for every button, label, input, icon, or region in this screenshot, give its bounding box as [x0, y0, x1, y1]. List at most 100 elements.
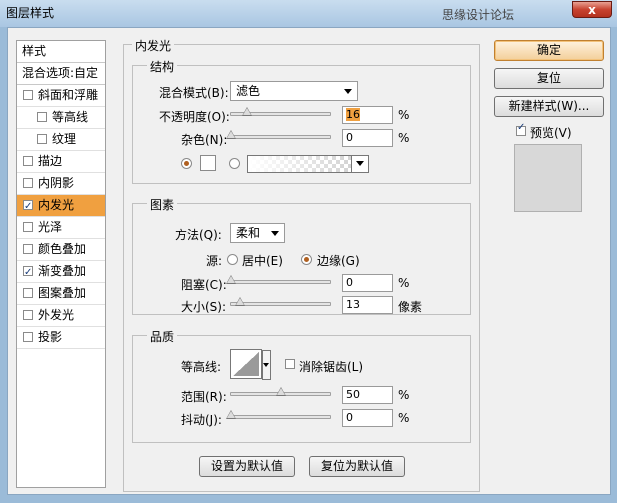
source-label: 源:: [206, 254, 223, 268]
glow-color-swatch[interactable]: [200, 155, 216, 171]
range-slider-thumb[interactable]: [275, 387, 286, 396]
style-item-checkbox[interactable]: [23, 332, 33, 342]
style-item-checkbox[interactable]: [23, 222, 33, 232]
color-radio[interactable]: [181, 158, 192, 169]
style-item-label: 斜面和浮雕: [38, 88, 99, 102]
gradient-radio[interactable]: [229, 158, 240, 169]
style-item[interactable]: 斜面和浮雕: [17, 85, 105, 107]
technique-label: 方法(Q):: [175, 228, 222, 242]
choke-input[interactable]: 0: [342, 274, 393, 292]
style-item-checkbox[interactable]: [37, 112, 47, 122]
opacity-input[interactable]: 16: [342, 106, 393, 124]
style-item[interactable]: 图案叠加: [17, 283, 105, 305]
style-item[interactable]: 光泽: [17, 217, 105, 239]
style-item-checkbox[interactable]: [23, 262, 33, 283]
styles-header[interactable]: 样式: [17, 41, 105, 63]
reset-button[interactable]: 复位: [494, 68, 604, 89]
source-center-label[interactable]: 居中(E): [242, 252, 283, 269]
new-style-button[interactable]: 新建样式(W)...: [494, 96, 604, 117]
style-item[interactable]: 内发光: [17, 195, 105, 217]
size-label: 大小(S):: [181, 300, 227, 314]
style-item[interactable]: 投影: [17, 327, 105, 349]
range-slider[interactable]: [230, 387, 331, 396]
technique-value: 柔和: [236, 226, 261, 240]
title-bar: 图层样式 思缘设计论坛 x: [0, 0, 617, 27]
style-item-label: 等高线: [52, 110, 89, 124]
style-item[interactable]: 颜色叠加: [17, 239, 105, 261]
style-item-label: 外发光: [38, 308, 75, 322]
style-item-checkbox[interactable]: [23, 196, 33, 217]
antialias-label[interactable]: 消除锯齿(L): [299, 358, 363, 375]
noise-slider[interactable]: [226, 130, 331, 139]
range-input[interactable]: 50: [342, 386, 393, 404]
style-item[interactable]: 等高线: [17, 107, 105, 129]
structure-title: 结构: [147, 58, 178, 75]
reset-default-button[interactable]: 复位为默认值: [309, 456, 405, 477]
jitter-percent: %: [398, 411, 410, 425]
ok-button[interactable]: 确定: [494, 40, 604, 61]
make-default-button[interactable]: 设置为默认值: [199, 456, 295, 477]
contour-label: 等高线:: [181, 360, 222, 374]
size-slider[interactable]: [230, 297, 331, 306]
style-item-checkbox[interactable]: [23, 310, 33, 320]
preview-checkbox[interactable]: [516, 122, 526, 136]
noise-input[interactable]: 0: [342, 129, 393, 147]
layer-style-window: 图层样式 思缘设计论坛 x 样式 混合选项:自定 斜面和浮雕等高线纹理 描边内阴影…: [0, 0, 617, 503]
size-unit: 像素: [398, 300, 423, 314]
choke-percent: %: [398, 276, 410, 290]
gradient-picker[interactable]: [247, 155, 369, 173]
size-slider-thumb[interactable]: [234, 297, 245, 306]
styles-list: 样式 混合选项:自定 斜面和浮雕等高线纹理描边内阴影内发光光泽颜色叠加渐变叠加图…: [16, 40, 106, 488]
style-item-checkbox[interactable]: [23, 90, 33, 100]
blend-mode-select[interactable]: 滤色: [230, 81, 358, 101]
style-item-label: 内发光: [38, 198, 75, 212]
technique-select[interactable]: 柔和: [230, 223, 285, 243]
source-edge-radio[interactable]: [301, 254, 312, 265]
style-item-checkbox[interactable]: [23, 288, 33, 298]
style-item-label: 颜色叠加: [38, 242, 87, 256]
style-item-label: 投影: [38, 330, 63, 344]
blend-mode-label: 混合模式(B):: [159, 86, 229, 100]
size-input[interactable]: 13: [342, 296, 393, 314]
blend-options-item[interactable]: 混合选项:自定: [17, 63, 105, 85]
style-item[interactable]: 渐变叠加: [17, 261, 105, 283]
window-title: 图层样式: [6, 6, 55, 20]
jitter-input[interactable]: 0: [342, 409, 393, 427]
range-label: 范围(R):: [181, 390, 227, 404]
inner-glow-panel: 内发光 结构 混合模式(B): 滤色 不透明度(O): 16 % 杂色(N):: [123, 37, 480, 492]
choke-label: 阻塞(C):: [181, 278, 227, 292]
contour-picker[interactable]: [230, 349, 271, 380]
choke-slider[interactable]: [226, 275, 331, 284]
style-item[interactable]: 描边: [17, 151, 105, 173]
quality-title: 品质: [147, 328, 178, 345]
style-item-checkbox[interactable]: [23, 156, 33, 166]
quality-group: 品质 等高线: 消除锯齿(L) 范围(R): 50 % 抖动(J): 0 %: [132, 328, 471, 443]
style-item-checkbox[interactable]: [23, 244, 33, 254]
jitter-slider-thumb[interactable]: [226, 410, 236, 419]
jitter-slider[interactable]: [226, 410, 331, 419]
style-item[interactable]: 内阴影: [17, 173, 105, 195]
opacity-slider-thumb[interactable]: [241, 107, 252, 116]
gradient-dropdown[interactable]: [351, 156, 368, 172]
opacity-slider[interactable]: [230, 107, 331, 116]
contour-dropdown[interactable]: [262, 350, 271, 380]
range-percent: %: [398, 388, 410, 402]
style-item-label: 内阴影: [38, 176, 75, 190]
style-item[interactable]: 外发光: [17, 305, 105, 327]
close-button[interactable]: x: [572, 1, 612, 18]
preview-label[interactable]: 预览(V): [530, 124, 572, 141]
style-item-checkbox[interactable]: [23, 178, 33, 188]
source-center-radio[interactable]: [227, 254, 238, 265]
contour-curve-icon: [233, 352, 259, 376]
antialias-checkbox[interactable]: [285, 359, 295, 369]
style-item-checkbox[interactable]: [37, 134, 47, 144]
choke-slider-thumb[interactable]: [226, 275, 236, 284]
source-edge-label[interactable]: 边缘(G): [317, 252, 360, 269]
style-item-label: 图案叠加: [38, 286, 87, 300]
noise-slider-thumb[interactable]: [226, 130, 236, 139]
style-item[interactable]: 纹理: [17, 129, 105, 151]
chevron-down-icon: [344, 89, 352, 94]
noise-label: 杂色(N):: [181, 133, 228, 147]
jitter-label: 抖动(J):: [181, 413, 222, 427]
chevron-down-icon: [271, 231, 279, 236]
